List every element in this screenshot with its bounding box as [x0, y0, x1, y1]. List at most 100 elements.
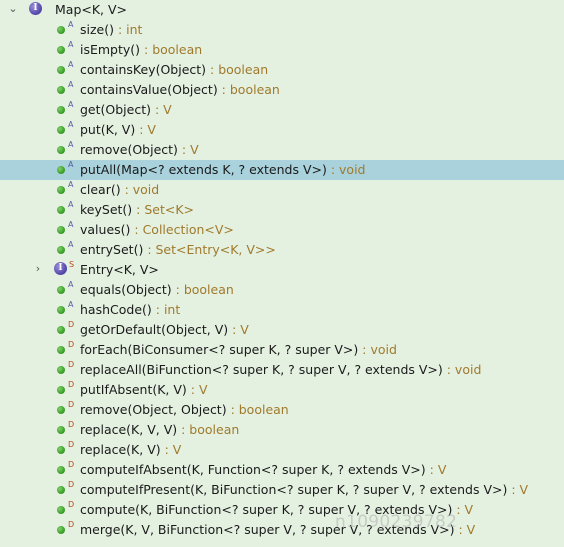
public-method-icon	[57, 306, 65, 314]
member-name: computeIfPresent(K, BiFunction<? super K…	[80, 482, 508, 497]
tree-item-method[interactable]: Aremove(Object) : V	[0, 140, 564, 160]
member-label: hashCode() : int	[80, 302, 180, 318]
tree-item-method[interactable]: Aclear() : void	[0, 180, 564, 200]
tree-item-method[interactable]: Avalues() : Collection<V>	[0, 220, 564, 240]
tree-item-method[interactable]: DforEach(BiConsumer<? super K, ? super V…	[0, 340, 564, 360]
tree-item-nested-interface[interactable]: › I S Entry<K, V>	[0, 260, 564, 280]
default-modifier-icon: D	[68, 360, 75, 369]
member-name: remove(Object)	[80, 142, 178, 157]
member-label: keySet() : Set<K>	[80, 202, 194, 218]
member-label: equals(Object) : boolean	[80, 282, 234, 298]
tree-item-method[interactable]: Dcompute(K, BiFunction<? super K, ? supe…	[0, 500, 564, 520]
member-name: Entry<K, V>	[80, 262, 159, 277]
tree-item-method[interactable]: Dreplace(K, V) : V	[0, 440, 564, 460]
tree-root-map[interactable]: ⌄ I Map<K, V>	[0, 0, 564, 20]
member-label: size() : int	[80, 22, 142, 38]
interface-icon: I	[54, 262, 67, 275]
default-modifier-icon: D	[68, 460, 75, 469]
public-method-icon	[57, 126, 65, 134]
member-name: containsKey(Object)	[80, 62, 207, 77]
expand-chevron-icon[interactable]: ›	[32, 263, 44, 275]
member-label: containsValue(Object) : boolean	[80, 82, 280, 98]
tree-item-method[interactable]: AhashCode() : int	[0, 300, 564, 320]
tree-item-method[interactable]: Dmerge(K, V, BiFunction<? super V, ? sup…	[0, 520, 564, 540]
member-name: replace(K, V, V)	[80, 422, 178, 437]
root-label: Map<K, V>	[55, 2, 128, 17]
member-name: computeIfAbsent(K, Function<? super K, ?…	[80, 462, 426, 477]
public-method-icon	[57, 166, 65, 174]
member-return-type: : V	[425, 462, 447, 477]
public-method-icon	[57, 466, 65, 474]
public-method-icon	[57, 26, 65, 34]
tree-item-method[interactable]: AkeySet() : Set<K>	[0, 200, 564, 220]
public-method-icon	[57, 366, 65, 374]
abstract-modifier-icon: A	[68, 160, 74, 169]
default-modifier-icon: D	[68, 340, 75, 349]
abstract-modifier-icon: A	[68, 80, 74, 89]
abstract-modifier-icon: A	[68, 220, 74, 229]
tree-item-method[interactable]: DreplaceAll(BiFunction<? super K, ? supe…	[0, 360, 564, 380]
abstract-modifier-icon: A	[68, 200, 74, 209]
tree-item-method[interactable]: AcontainsValue(Object) : boolean	[0, 80, 564, 100]
public-method-icon	[57, 506, 65, 514]
member-label: containsKey(Object) : boolean	[80, 62, 268, 78]
watermark: n1090239782	[335, 512, 458, 532]
public-method-icon	[57, 106, 65, 114]
public-method-icon	[57, 86, 65, 94]
tree-item-method[interactable]: Aput(K, V) : V	[0, 120, 564, 140]
member-name: values()	[80, 222, 131, 237]
tree-item-method[interactable]: Asize() : int	[0, 20, 564, 40]
tree-item-method[interactable]: Dremove(Object, Object) : boolean	[0, 400, 564, 420]
tree-item-method[interactable]: Dreplace(K, V, V) : boolean	[0, 420, 564, 440]
tree-item-method[interactable]: AputAll(Map<? extends K, ? extends V>) :…	[0, 160, 564, 180]
member-return-type: : void	[120, 182, 160, 197]
member-name: containsValue(Object)	[80, 82, 218, 97]
public-method-icon	[57, 386, 65, 394]
member-label: replace(K, V) : V	[80, 442, 181, 458]
public-method-icon	[57, 346, 65, 354]
member-return-type: : Collection<V>	[130, 222, 234, 237]
tree-item-method[interactable]: AisEmpty() : boolean	[0, 40, 564, 60]
abstract-modifier-icon: A	[68, 240, 74, 249]
member-name: putIfAbsent(K, V)	[80, 382, 187, 397]
member-label: replaceAll(BiFunction<? super K, ? super…	[80, 362, 481, 378]
public-method-icon	[57, 426, 65, 434]
member-label: computeIfAbsent(K, Function<? super K, ?…	[80, 462, 446, 478]
default-modifier-icon: D	[68, 320, 75, 329]
tree-item-method[interactable]: Aequals(Object) : boolean	[0, 280, 564, 300]
member-label: put(K, V) : V	[80, 122, 156, 138]
public-method-icon	[57, 286, 65, 294]
member-label: isEmpty() : boolean	[80, 42, 202, 58]
member-return-type: : int	[114, 22, 143, 37]
public-method-icon	[57, 526, 65, 534]
public-method-icon	[57, 146, 65, 154]
abstract-modifier-icon: A	[68, 20, 74, 29]
tree-item-method[interactable]: DgetOrDefault(Object, V) : V	[0, 320, 564, 340]
tree-item-method[interactable]: DcomputeIfAbsent(K, Function<? super K, …	[0, 460, 564, 480]
public-method-icon	[57, 246, 65, 254]
member-label: entrySet() : Set<Entry<K, V>>	[80, 242, 276, 258]
member-return-type: : boolean	[206, 62, 269, 77]
member-label: getOrDefault(Object, V) : V	[80, 322, 249, 338]
public-method-icon	[57, 206, 65, 214]
abstract-modifier-icon: A	[68, 60, 74, 69]
public-method-icon	[57, 66, 65, 74]
member-return-type: : V	[151, 102, 172, 117]
member-return-type: : V	[177, 142, 199, 157]
collapse-chevron-icon[interactable]: ⌄	[7, 3, 19, 15]
member-return-type: : Set<K>	[132, 202, 195, 217]
public-method-icon	[57, 446, 65, 454]
member-return-type: : V	[507, 482, 529, 497]
member-return-type: : boolean	[226, 402, 289, 417]
member-return-type: : V	[135, 122, 156, 137]
member-name: isEmpty()	[80, 42, 141, 57]
tree-item-method[interactable]: DcomputeIfPresent(K, BiFunction<? super …	[0, 480, 564, 500]
tree-item-method[interactable]: Aget(Object) : V	[0, 100, 564, 120]
tree-item-method[interactable]: AcontainsKey(Object) : boolean	[0, 60, 564, 80]
member-name: hashCode()	[80, 302, 152, 317]
tree-item-method[interactable]: DputIfAbsent(K, V) : V	[0, 380, 564, 400]
tree-item-method[interactable]: AentrySet() : Set<Entry<K, V>>	[0, 240, 564, 260]
member-return-type: : Set<Entry<K, V>>	[143, 242, 276, 257]
member-return-type: : void	[358, 342, 397, 357]
member-return-type: : boolean	[177, 422, 240, 437]
